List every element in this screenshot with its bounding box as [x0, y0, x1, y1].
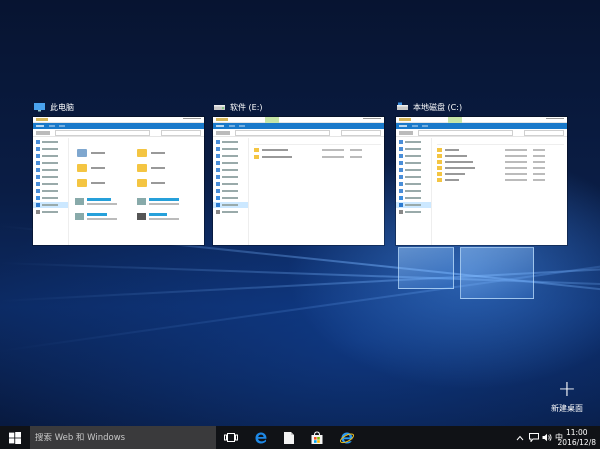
- mini-navigation-pane: [213, 138, 249, 245]
- window-header: 此电脑: [33, 100, 204, 114]
- mini-address-bar: [396, 129, 567, 137]
- drive-icon: [397, 102, 408, 110]
- window-header: 软件 (E:): [213, 100, 384, 114]
- window-title: 本地磁盘 (C:): [413, 102, 463, 112]
- action-center-button[interactable]: [527, 426, 541, 449]
- edge-icon: [255, 432, 267, 443]
- mini-content-pane: [434, 138, 567, 245]
- action-center-icon: [529, 433, 539, 442]
- store-icon: [311, 430, 323, 444]
- internet-explorer-icon: [339, 432, 355, 443]
- chevron-up-icon: [516, 435, 524, 440]
- internet-explorer-button[interactable]: [334, 426, 360, 449]
- clock[interactable]: 11:00 2016/12/8: [558, 428, 596, 447]
- mini-address-bar: [33, 129, 204, 137]
- clock-date: 2016/12/8: [557, 437, 596, 447]
- task-window-this-pc[interactable]: 此电脑: [33, 100, 204, 245]
- new-desktop-label: 新建桌面: [551, 404, 583, 413]
- show-hidden-icons-button[interactable]: [514, 426, 526, 449]
- window-thumbnail[interactable]: [396, 117, 567, 245]
- volume-button[interactable]: [541, 426, 553, 449]
- store-button[interactable]: [304, 426, 330, 449]
- start-button[interactable]: [0, 426, 30, 449]
- mini-content-pane: [251, 138, 384, 245]
- task-view-button[interactable]: [218, 426, 244, 449]
- mini-navigation-pane: [396, 138, 432, 245]
- search-box[interactable]: [30, 426, 216, 449]
- window-title: 软件 (E:): [230, 102, 263, 112]
- task-window-drive-e[interactable]: 软件 (E:): [213, 100, 384, 245]
- window-header: 本地磁盘 (C:): [396, 100, 567, 114]
- windows-logo-pane: [398, 247, 454, 289]
- task-window-drive-c[interactable]: 本地磁盘 (C:): [396, 100, 567, 245]
- edge-button[interactable]: [248, 426, 274, 449]
- window-title: 此电脑: [50, 102, 74, 112]
- taskbar: 中 11:00 2016/12/8: [0, 426, 600, 449]
- mini-content-pane: [71, 138, 204, 245]
- window-thumbnail[interactable]: [213, 117, 384, 245]
- plus-icon: +: [557, 377, 577, 402]
- mini-address-bar: [213, 129, 384, 137]
- clock-time: 11:00: [565, 428, 588, 437]
- this-pc-icon: [34, 103, 45, 112]
- windows-logo-pane: [460, 247, 534, 299]
- drive-icon: [214, 105, 225, 110]
- new-desktop-button[interactable]: + 新建桌面: [544, 377, 590, 414]
- windows-logo-icon: [9, 431, 21, 444]
- file-explorer-icon: [284, 431, 294, 444]
- window-thumbnail[interactable]: [33, 117, 204, 245]
- file-explorer-button[interactable]: [276, 426, 302, 449]
- mini-navigation-pane: [33, 138, 69, 245]
- task-view-icon: [224, 433, 238, 442]
- search-input[interactable]: [35, 432, 215, 443]
- speaker-icon: [542, 433, 552, 442]
